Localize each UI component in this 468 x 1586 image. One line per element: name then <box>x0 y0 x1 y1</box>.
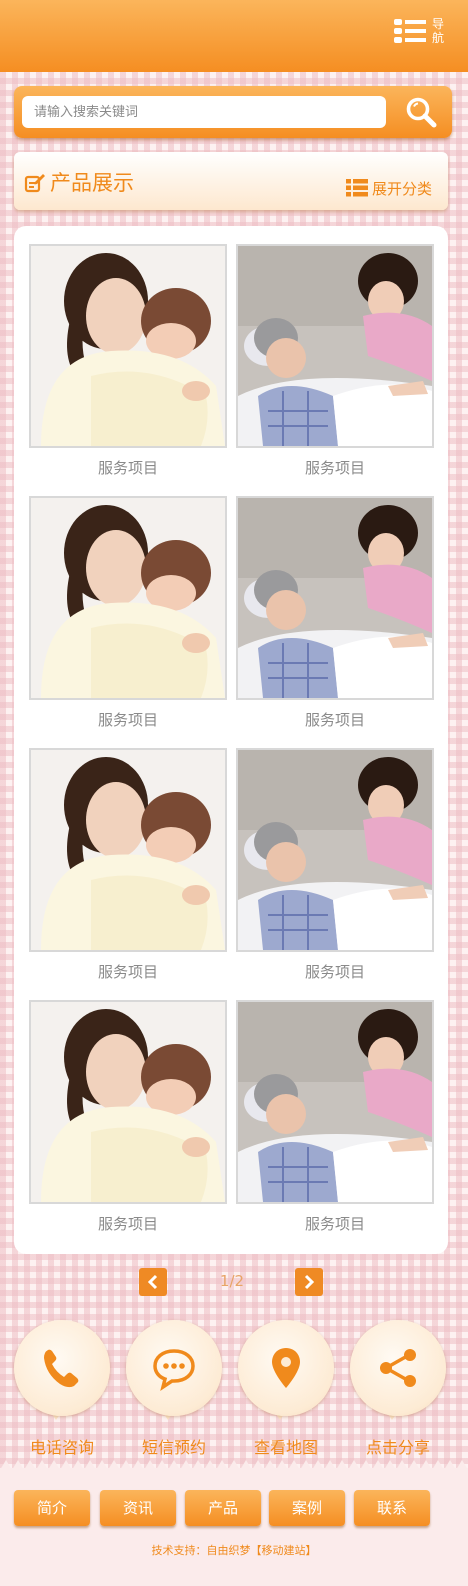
action-label: 点击分享 <box>365 1438 430 1457</box>
list-icon <box>345 179 368 197</box>
pagination: 1/2 <box>0 1268 468 1298</box>
product-card[interactable]: 服务项目 <box>236 244 434 478</box>
share-button[interactable]: 点击分享 <box>350 1320 446 1457</box>
footer-link-intro[interactable]: 简介 <box>14 1490 90 1526</box>
search-input[interactable] <box>22 96 386 128</box>
menu-list-icon <box>394 17 426 45</box>
search-bar <box>14 86 452 138</box>
nav-label: 导航 <box>431 17 444 45</box>
zigzag-edge <box>0 1460 468 1470</box>
section-title-text: 产品展示 <box>50 171 134 195</box>
mother-baby-photo <box>29 1000 227 1204</box>
footer-link-products[interactable]: 产品 <box>185 1490 261 1526</box>
product-card[interactable]: 服务项目 <box>29 1000 227 1234</box>
phone-icon <box>44 1349 79 1388</box>
phone-consult-button[interactable]: 电话咨询 <box>14 1320 110 1457</box>
product-card[interactable]: 服务项目 <box>236 748 434 982</box>
footer-link-contact[interactable]: 联系 <box>354 1490 430 1526</box>
product-label: 服务项目 <box>304 459 365 477</box>
nurse-elderly-photo <box>236 748 434 952</box>
footer-nav: 简介 资讯 产品 案例 联系 <box>14 1490 454 1528</box>
search-icon <box>406 97 437 128</box>
next-page-button[interactable] <box>295 1268 323 1296</box>
nurse-elderly-photo <box>236 1000 434 1204</box>
section-title: 产品展示 <box>24 168 134 196</box>
copyright-text[interactable]: 技术支持：自由织梦【移动建站】 <box>0 1542 468 1558</box>
mother-baby-photo <box>29 748 227 952</box>
product-label: 服务项目 <box>97 963 158 981</box>
chevron-right-icon <box>304 1274 315 1290</box>
nav-menu-button[interactable]: 导航 <box>394 14 452 48</box>
prev-page-button[interactable] <box>139 1268 167 1296</box>
action-label: 查看地图 <box>253 1438 318 1457</box>
product-card[interactable]: 服务项目 <box>29 244 227 478</box>
view-map-button[interactable]: 查看地图 <box>238 1320 334 1457</box>
share-icon <box>380 1349 416 1387</box>
top-header: 导航 <box>0 0 468 72</box>
search-button[interactable] <box>404 95 438 129</box>
product-label: 服务项目 <box>304 963 365 981</box>
map-pin-icon <box>272 1348 300 1388</box>
expand-label: 展开分类 <box>371 179 432 198</box>
nurse-elderly-photo <box>236 244 434 448</box>
page-indicator: 1/2 <box>219 1272 245 1290</box>
section-header: 产品展示 展开分类 <box>14 152 448 210</box>
action-label: 短信预约 <box>141 1438 206 1457</box>
product-card[interactable]: 服务项目 <box>29 748 227 982</box>
footer: 简介 资讯 产品 案例 联系 技术支持：自由织梦【移动建站】 <box>0 1460 468 1586</box>
footer-link-cases[interactable]: 案例 <box>269 1490 345 1526</box>
mother-baby-photo <box>29 244 227 448</box>
product-card[interactable]: 服务项目 <box>236 1000 434 1234</box>
product-label: 服务项目 <box>304 711 365 729</box>
expand-category-button[interactable]: 展开分类 <box>345 176 432 200</box>
product-card[interactable]: 服务项目 <box>236 496 434 730</box>
product-grid: 服务项目 服务项目 服务项目 服务项目 服务项目 服务项目 服务项目 服务项目 <box>14 226 448 1254</box>
product-card[interactable]: 服务项目 <box>29 496 227 730</box>
chat-bubble-icon <box>153 1349 195 1391</box>
sms-booking-button[interactable]: 短信预约 <box>126 1320 222 1457</box>
edit-note-icon <box>24 174 45 193</box>
product-label: 服务项目 <box>97 1215 158 1233</box>
product-label: 服务项目 <box>304 1215 365 1233</box>
nurse-elderly-photo <box>236 496 434 700</box>
mother-baby-photo <box>29 496 227 700</box>
product-label: 服务项目 <box>97 711 158 729</box>
product-label: 服务项目 <box>97 459 158 477</box>
chevron-left-icon <box>147 1274 158 1290</box>
action-label: 电话咨询 <box>29 1438 94 1457</box>
footer-link-news[interactable]: 资讯 <box>100 1490 176 1526</box>
